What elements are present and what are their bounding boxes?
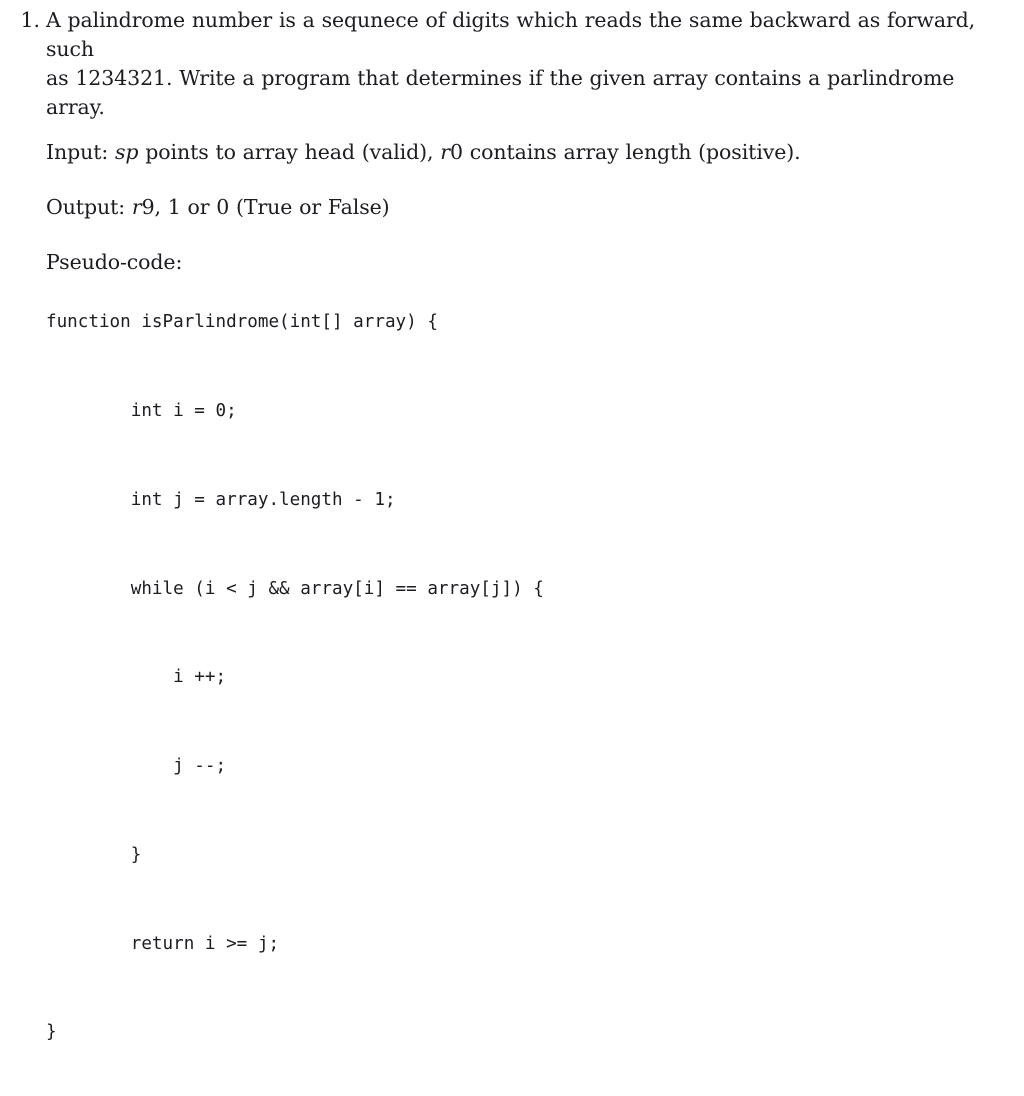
output-text-1: 9, 1 or 0 (True or False): [141, 195, 390, 219]
code-line: int i = 0;: [46, 400, 237, 421]
code-line: }: [46, 1022, 57, 1043]
code-line: int j = array.length - 1;: [46, 489, 396, 510]
code-line: return i >= j;: [46, 933, 280, 954]
statement-line-1: A palindrome number is a sequnece of dig…: [46, 8, 976, 61]
output-specification: Output: r9, 1 or 0 (True or False): [46, 193, 1018, 222]
list-item-number: 1.: [20, 8, 40, 32]
output-label: Output:: [46, 195, 126, 219]
code-line: i ++;: [46, 667, 227, 688]
input-var-sp: sp: [115, 140, 139, 164]
code-line: j --;: [46, 756, 227, 777]
input-label: Input:: [46, 140, 109, 164]
input-text-2: 0 contains array length (positive).: [449, 140, 801, 164]
code-line: function isParlindrome(int[] array) {: [46, 312, 438, 333]
output-var-r: r: [131, 195, 142, 219]
input-text-1: points to array head (valid),: [138, 140, 441, 164]
input-var-r: r: [440, 140, 450, 164]
code-line: while (i < j && array[i] == array[j]) {: [46, 578, 544, 599]
statement-line-2: as 1234321. Write a program that determi…: [46, 66, 955, 119]
input-specification: Input: sp points to array head (valid), …: [46, 138, 1018, 167]
problem-statement: A palindrome number is a sequnece of dig…: [46, 6, 1006, 122]
document-page: 1. A palindrome number is a sequnece of …: [0, 0, 1024, 1042]
problem-body: A palindrome number is a sequnece of dig…: [46, 0, 1018, 277]
pseudo-code-block: function isParlindrome(int[] array) { in…: [46, 249, 544, 1096]
code-line: }: [46, 844, 142, 865]
